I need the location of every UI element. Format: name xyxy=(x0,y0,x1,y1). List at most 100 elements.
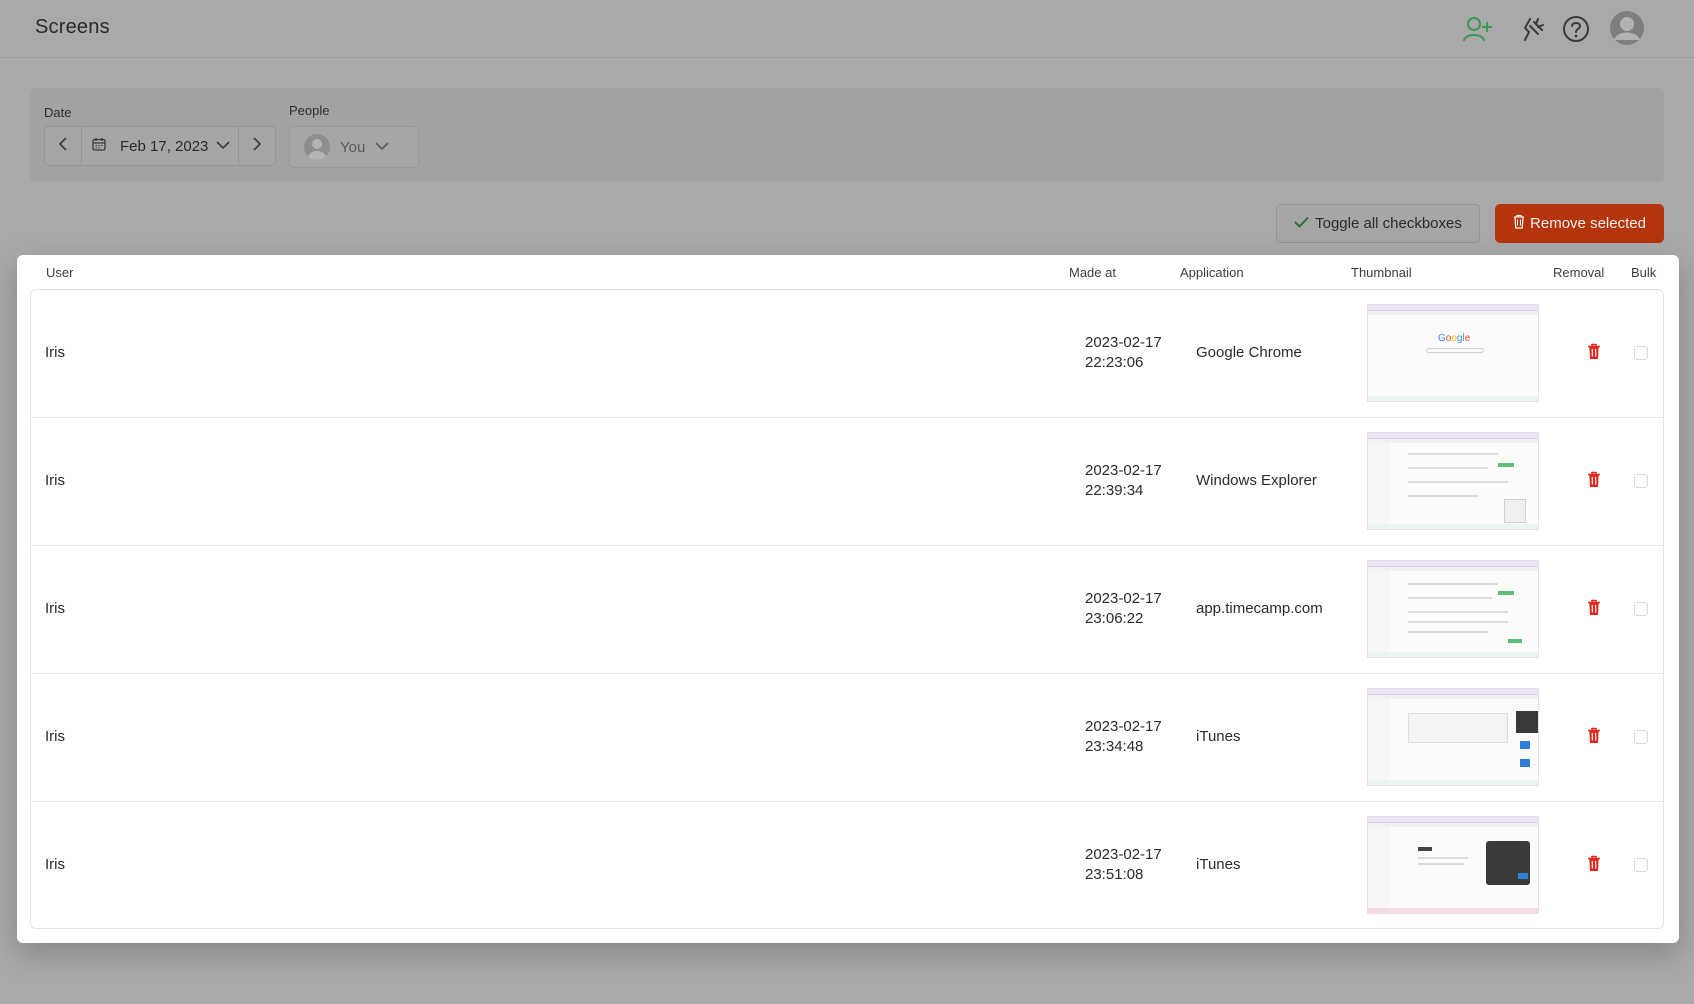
chevron-down-icon xyxy=(375,138,389,156)
thumb-line xyxy=(1408,467,1488,469)
column-header-user: User xyxy=(46,265,74,280)
thumb-popup xyxy=(1504,499,1526,523)
chevron-right-icon xyxy=(252,136,262,156)
screenshot-thumbnail[interactable] xyxy=(1367,816,1539,914)
thumb-sidebar xyxy=(1368,571,1390,654)
user-name: Iris xyxy=(45,600,65,617)
made-at: 2023-02-17 23:51:08 xyxy=(1085,845,1162,885)
delete-button[interactable] xyxy=(1584,599,1604,621)
thumb-taskbar xyxy=(1368,780,1538,785)
thumb-line xyxy=(1418,857,1468,859)
thumb-line xyxy=(1418,863,1464,865)
filters-panel: Date Feb 17, 2023 People You xyxy=(30,88,1664,182)
application-name: iTunes xyxy=(1196,856,1241,873)
thumb-panel xyxy=(1408,713,1508,743)
made-at-date: 2023-02-17 xyxy=(1085,718,1162,735)
column-header-made-at: Made at xyxy=(1069,265,1116,280)
thumb-green-button xyxy=(1508,639,1522,643)
made-at-date: 2023-02-17 xyxy=(1085,590,1162,607)
delete-button[interactable] xyxy=(1584,471,1604,492)
thumb-taskbar xyxy=(1368,524,1538,529)
people-select[interactable]: You xyxy=(289,126,419,168)
bulk-checkbox[interactable] xyxy=(1634,602,1648,616)
top-bar: Screens xyxy=(0,0,1694,58)
plugin-icon[interactable] xyxy=(1516,12,1550,46)
user-name: Iris xyxy=(45,344,65,361)
made-at-time: 22:39:34 xyxy=(1085,482,1144,499)
thumb-photo xyxy=(1516,711,1538,733)
bulk-checkbox[interactable] xyxy=(1634,730,1648,744)
screenshot-thumbnail[interactable] xyxy=(1367,560,1539,658)
bulk-checkbox[interactable] xyxy=(1634,858,1648,872)
help-icon[interactable] xyxy=(1559,12,1593,46)
previous-day-button[interactable] xyxy=(45,127,81,165)
column-header-thumbnail: Thumbnail xyxy=(1351,265,1412,280)
date-select[interactable]: Feb 17, 2023 xyxy=(81,127,239,165)
user-name: Iris xyxy=(45,728,65,745)
thumb-blue-button xyxy=(1520,741,1530,749)
avatar xyxy=(304,134,330,160)
remove-selected-label: Remove selected xyxy=(1530,215,1646,232)
calendar-icon xyxy=(92,137,106,156)
made-at-date: 2023-02-17 xyxy=(1085,846,1162,863)
thumb-heading xyxy=(1418,847,1432,851)
thumb-sidebar xyxy=(1368,699,1390,782)
thumb-toolbar xyxy=(1368,311,1538,315)
bulk-checkbox[interactable] xyxy=(1634,346,1648,360)
delete-button[interactable] xyxy=(1584,727,1604,749)
screens-table: User Made at Application Thumbnail Remov… xyxy=(17,255,1679,943)
made-at-time: 22:23:06 xyxy=(1085,354,1144,371)
page-title: Screens xyxy=(35,16,110,38)
trash-icon xyxy=(1587,343,1601,365)
thumb-line xyxy=(1408,583,1498,585)
user-name: Iris xyxy=(45,856,65,873)
next-day-button[interactable] xyxy=(239,127,275,165)
date-picker: Feb 17, 2023 xyxy=(44,126,276,166)
bulk-checkbox[interactable] xyxy=(1634,474,1648,488)
trash-icon xyxy=(1587,855,1601,877)
toggle-all-checkboxes-button[interactable]: Toggle all checkboxes xyxy=(1276,204,1480,243)
remove-selected-button[interactable]: Remove selected xyxy=(1495,204,1664,243)
made-at-date: 2023-02-17 xyxy=(1085,462,1162,479)
thumb-toolbar xyxy=(1368,439,1538,443)
table-row: Iris 2023-02-17 23:06:22 app.timecamp.com xyxy=(31,546,1663,674)
thumb-toolbar xyxy=(1368,823,1538,827)
people-label: People xyxy=(289,103,330,118)
column-header-bulk: Bulk xyxy=(1631,265,1657,280)
application-name: Google Chrome xyxy=(1196,344,1302,361)
screenshot-thumbnail[interactable] xyxy=(1367,432,1539,530)
made-at: 2023-02-17 23:06:22 xyxy=(1085,589,1162,629)
made-at-time: 23:51:08 xyxy=(1085,866,1144,883)
made-at: 2023-02-17 22:39:34 xyxy=(1085,461,1162,501)
made-at-time: 23:34:48 xyxy=(1085,738,1144,755)
trash-icon xyxy=(1587,599,1601,621)
thumb-sidebar xyxy=(1368,443,1390,526)
made-at: 2023-02-17 23:34:48 xyxy=(1085,717,1162,757)
screenshot-thumbnail[interactable]: Google xyxy=(1367,304,1539,402)
application-name: app.timecamp.com xyxy=(1196,600,1323,617)
screenshot-thumbnail[interactable] xyxy=(1367,688,1539,786)
column-header-application: Application xyxy=(1180,265,1244,280)
thumb-green-button xyxy=(1498,591,1514,595)
column-header-removal: Removal xyxy=(1553,265,1605,280)
thumb-green-button xyxy=(1498,463,1514,467)
thumb-blue-button xyxy=(1520,759,1530,767)
trash-icon xyxy=(1587,727,1601,749)
made-at-date: 2023-02-17 xyxy=(1085,334,1162,351)
thumb-line xyxy=(1408,481,1508,483)
table-header: User Made at Application Thumbnail Remov… xyxy=(17,255,1679,289)
date-label: Date xyxy=(44,105,72,120)
add-user-icon[interactable] xyxy=(1461,12,1495,46)
made-at: 2023-02-17 22:23:06 xyxy=(1085,333,1162,373)
thumb-search-box xyxy=(1426,348,1484,353)
thumb-sidebar xyxy=(1368,827,1390,910)
user-avatar-icon[interactable] xyxy=(1607,8,1647,48)
table-body: Iris 2023-02-17 22:23:06 Google Chrome Go… xyxy=(30,289,1664,929)
thumb-line xyxy=(1408,597,1492,599)
delete-button[interactable] xyxy=(1584,855,1604,877)
application-name: iTunes xyxy=(1196,728,1241,745)
table-row: Iris 2023-02-17 22:23:06 Google Chrome Go… xyxy=(31,290,1663,418)
checkmark-icon xyxy=(1294,215,1309,232)
thumb-line xyxy=(1408,621,1508,623)
delete-button[interactable] xyxy=(1584,343,1604,365)
